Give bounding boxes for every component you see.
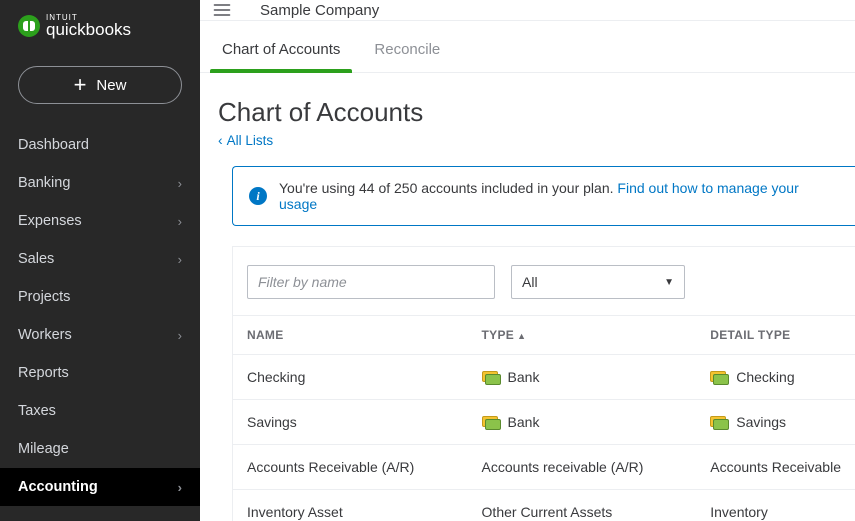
sort-asc-icon: ▲	[517, 331, 526, 341]
chevron-right-icon: ›	[178, 214, 182, 229]
topbar: Sample Company	[200, 0, 855, 21]
select-value: All	[522, 274, 538, 290]
plus-icon: +	[74, 74, 87, 96]
chevron-right-icon: ›	[178, 328, 182, 343]
new-button-label: New	[96, 77, 126, 94]
chevron-right-icon: ›	[178, 252, 182, 267]
sidebar-item-mileage[interactable]: Mileage	[0, 430, 200, 468]
filters-row: All ▼	[233, 265, 855, 315]
breadcrumb-label: All Lists	[227, 133, 274, 148]
cell-detail-text: Inventory	[710, 504, 768, 520]
cash-icon	[710, 416, 728, 428]
page-content: Chart of Accounts ‹ All Lists i You're u…	[200, 73, 855, 521]
table-row[interactable]: Accounts Receivable (A/R) Accounts receiv…	[233, 445, 855, 490]
sidebar-item-label: Workers	[18, 327, 72, 343]
page-title: Chart of Accounts	[218, 97, 855, 128]
accounts-table: NAME TYPE▲ DETAIL TYPE CheckingBankCheck…	[233, 315, 855, 521]
cell-type: Bank	[468, 355, 697, 400]
sidebar-item-sales[interactable]: Sales ›	[0, 240, 200, 278]
cell-type-text: Accounts receivable (A/R)	[482, 459, 644, 475]
cell-name: Inventory Asset	[233, 490, 468, 521]
sidebar-item-reports[interactable]: Reports	[0, 354, 200, 392]
main-area: Sample Company Chart of Accounts Reconcil…	[200, 0, 855, 521]
sidebar-item-label: Banking	[18, 175, 70, 191]
filter-name-input[interactable]	[247, 265, 495, 299]
table-row[interactable]: Savings Bank Savings	[233, 400, 855, 445]
sidebar-item-projects[interactable]: Projects	[0, 278, 200, 316]
accounts-table-card: All ▼ NAME TYPE▲ DETAIL TYPE Checking Ban…	[232, 246, 855, 521]
cell-detail: Checking	[696, 355, 855, 400]
filter-type-select[interactable]: All ▼	[511, 265, 685, 299]
sidebar-item-accounting[interactable]: Accounting ›	[0, 468, 200, 506]
new-button[interactable]: + New	[18, 66, 182, 104]
sidebar-item-dashboard[interactable]: Dashboard	[0, 126, 200, 164]
table-row[interactable]: Checking Bank Checking	[233, 355, 855, 400]
cell-detail-text: Savings	[736, 414, 786, 430]
cell-name: Savings	[233, 400, 468, 445]
sidebar-item-banking[interactable]: Banking ›	[0, 164, 200, 202]
sidebar-item-expenses[interactable]: Expenses ›	[0, 202, 200, 240]
cell-detail-text: Checking	[736, 369, 794, 385]
cell-detail: Savings	[696, 400, 855, 445]
col-header-name[interactable]: NAME	[233, 316, 468, 355]
cell-detail: Accounts Receivable	[696, 445, 855, 490]
sidebar-item-label: Sales	[18, 251, 54, 267]
cell-type-text: Bank	[508, 369, 540, 385]
breadcrumb-all-lists[interactable]: ‹ All Lists	[218, 132, 855, 148]
cell-name: Accounts Receivable (A/R)	[233, 445, 468, 490]
cell-type-text: Bank	[508, 414, 540, 430]
banner-text: You're using 44 of 250 accounts included…	[279, 180, 617, 196]
banner-text-wrap: You're using 44 of 250 accounts included…	[279, 180, 839, 212]
cell-type: Other Current Assets	[468, 490, 697, 521]
tabs: Chart of Accounts Reconcile	[200, 21, 855, 73]
col-header-type[interactable]: TYPE▲	[468, 316, 697, 355]
tab-reconcile[interactable]: Reconcile	[370, 35, 444, 72]
hamburger-icon	[212, 0, 232, 20]
sidebar-item-label: Reports	[18, 365, 69, 381]
usage-banner: i You're using 44 of 250 accounts includ…	[232, 166, 855, 226]
sidebar: INTUIT quickbooks + New Dashboard Banking…	[0, 0, 200, 521]
sidebar-item-label: Projects	[18, 289, 70, 305]
sidebar-item-taxes[interactable]: Taxes	[0, 392, 200, 430]
company-name: Sample Company	[260, 2, 379, 19]
quickbooks-icon	[18, 15, 40, 37]
tab-chart-of-accounts[interactable]: Chart of Accounts	[218, 35, 344, 72]
cell-detail-text: Accounts Receivable	[710, 459, 841, 475]
col-header-detail[interactable]: DETAIL TYPE	[696, 316, 855, 355]
brand-name: quickbooks	[46, 21, 131, 38]
brand-logo[interactable]: INTUIT quickbooks	[0, 0, 200, 48]
brand-text: INTUIT quickbooks	[46, 14, 131, 38]
chevron-left-icon: ‹	[218, 132, 223, 148]
cell-detail: Inventory	[696, 490, 855, 521]
sidebar-item-workers[interactable]: Workers ›	[0, 316, 200, 354]
cell-type: Bank	[468, 400, 697, 445]
cell-type: Accounts receivable (A/R)	[468, 445, 697, 490]
hamburger-menu[interactable]	[202, 0, 242, 20]
cell-type-text: Other Current Assets	[482, 504, 613, 520]
sidebar-item-label: Taxes	[18, 403, 56, 419]
chevron-down-icon: ▼	[664, 277, 674, 288]
cash-icon	[710, 371, 728, 383]
sidebar-item-label: Accounting	[18, 479, 98, 495]
chevron-right-icon: ›	[178, 176, 182, 191]
sidebar-nav: Dashboard Banking › Expenses › Sales › Projects…	[0, 126, 200, 521]
sidebar-item-label: Expenses	[18, 213, 82, 229]
cash-icon	[482, 416, 500, 428]
sidebar-item-label: Dashboard	[18, 137, 89, 153]
cell-name: Checking	[233, 355, 468, 400]
chevron-right-icon: ›	[178, 480, 182, 495]
table-row[interactable]: Inventory Asset Other Current Assets Inven…	[233, 490, 855, 521]
info-icon: i	[249, 187, 267, 205]
sidebar-item-label: Mileage	[18, 441, 69, 457]
cash-icon	[482, 371, 500, 383]
